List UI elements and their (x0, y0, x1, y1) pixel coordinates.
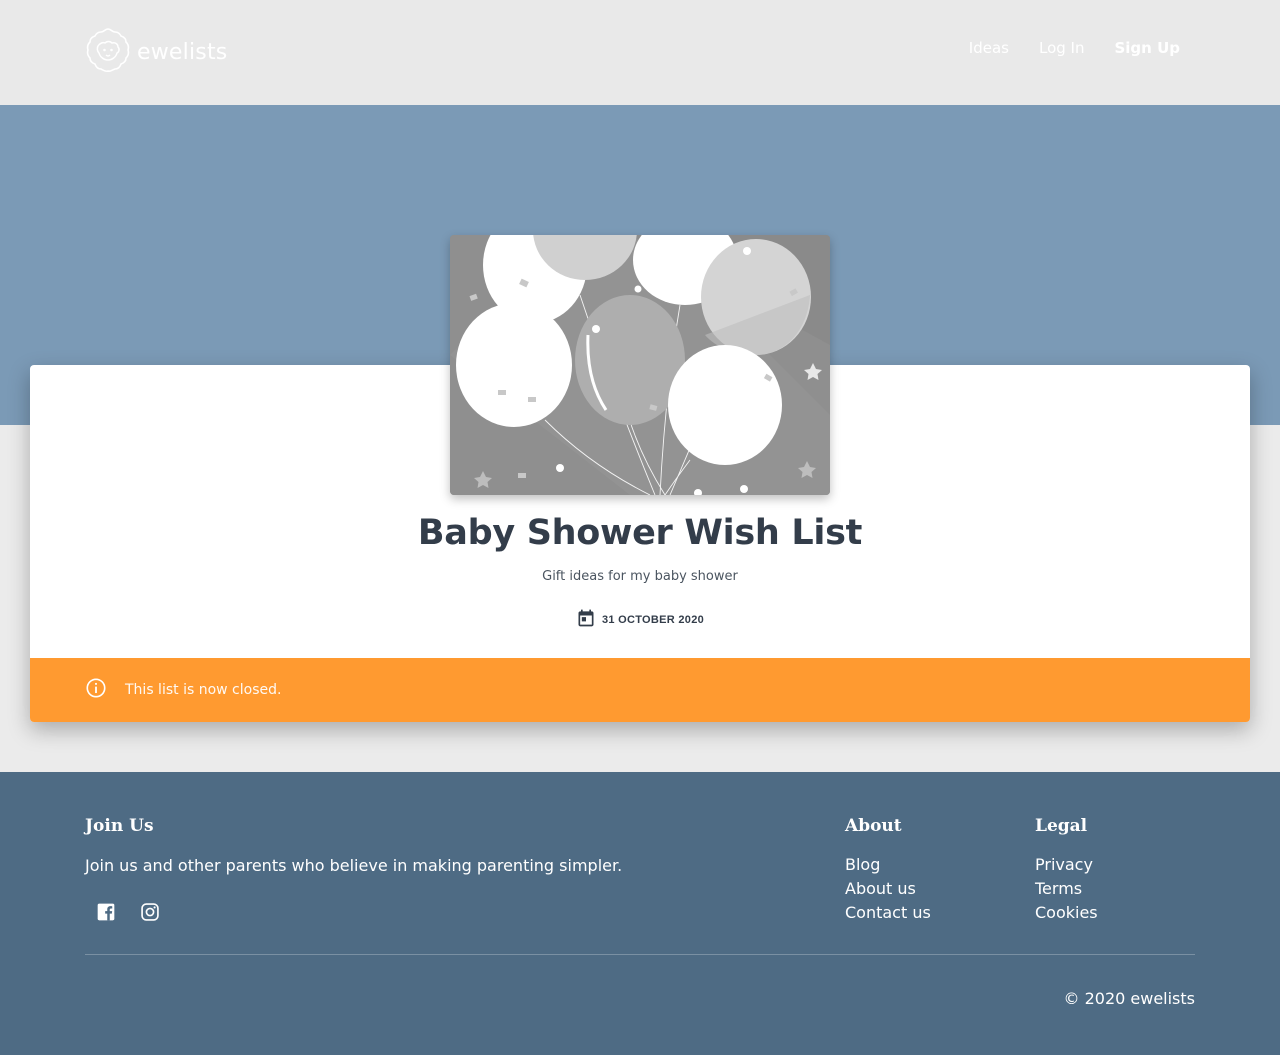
sheep-logo-icon (85, 27, 131, 78)
list-title: Baby Shower Wish List (417, 513, 863, 553)
about-links: Blog About us Contact us (845, 856, 931, 928)
footer-link-terms[interactable]: Terms (1035, 879, 1082, 898)
notice-text: This list is now closed. (125, 682, 282, 698)
footer-link-privacy[interactable]: Privacy (1035, 855, 1093, 874)
facebook-icon[interactable] (96, 902, 116, 927)
legal-heading: Legal (1035, 816, 1088, 836)
instagram-icon[interactable] (140, 902, 160, 927)
info-icon (85, 677, 107, 704)
footer-link-contact-us[interactable]: Contact us (845, 903, 931, 922)
footer-divider (85, 954, 1195, 955)
calendar-icon (576, 608, 596, 631)
legal-links: Privacy Terms Cookies (1035, 856, 1098, 928)
join-us-heading: Join Us (85, 816, 154, 836)
site-footer: Join Us Join us and other parents who be… (0, 772, 1280, 1055)
footer-link-cookies[interactable]: Cookies (1035, 903, 1098, 922)
join-us-text: Join us and other parents who believe in… (85, 856, 623, 875)
nav-ideas-link[interactable]: Ideas (969, 39, 1009, 57)
footer-link-blog[interactable]: Blog (845, 855, 880, 874)
main-nav: Ideas Log In Sign Up (969, 39, 1180, 57)
nav-login-link[interactable]: Log In (1039, 39, 1085, 57)
logo-link[interactable]: ewelists (85, 27, 227, 78)
about-heading: About (845, 816, 902, 836)
footer-link-about-us[interactable]: About us (845, 879, 916, 898)
balloons-illustration-icon (450, 235, 830, 495)
social-links (96, 902, 160, 927)
list-date-text: 31 OCTOBER 2020 (601, 613, 705, 626)
list-description: Gift ideas for my baby shower (542, 569, 738, 584)
nav-signup-link[interactable]: Sign Up (1114, 39, 1180, 57)
list-date: 31 OCTOBER 2020 (30, 608, 1250, 631)
closed-notice: This list is now closed. (30, 658, 1250, 722)
copyright-text: © 2020 ewelists (1063, 989, 1196, 1008)
logo-text: ewelists (137, 40, 228, 65)
site-header: ewelists Ideas Log In Sign Up (0, 0, 1280, 105)
